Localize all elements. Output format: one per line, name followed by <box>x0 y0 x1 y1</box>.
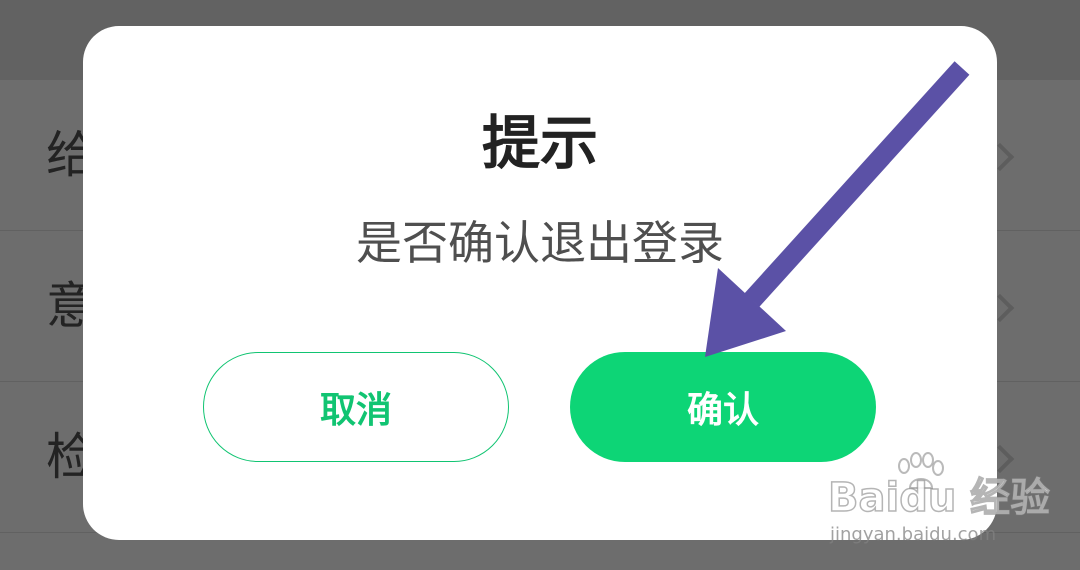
dialog-message: 是否确认退出登录 <box>356 216 724 270</box>
watermark-url: jingyan.baidu.com <box>830 524 997 545</box>
baidu-watermark: Baidu 经验 jingyan.baidu.com <box>827 452 1051 552</box>
cancel-button[interactable]: 取消 <box>203 352 509 462</box>
dialog-title: 提示 <box>481 109 598 177</box>
watermark-brand: Baidu 经验 <box>827 475 1051 521</box>
confirm-button[interactable]: 确认 <box>570 352 876 462</box>
